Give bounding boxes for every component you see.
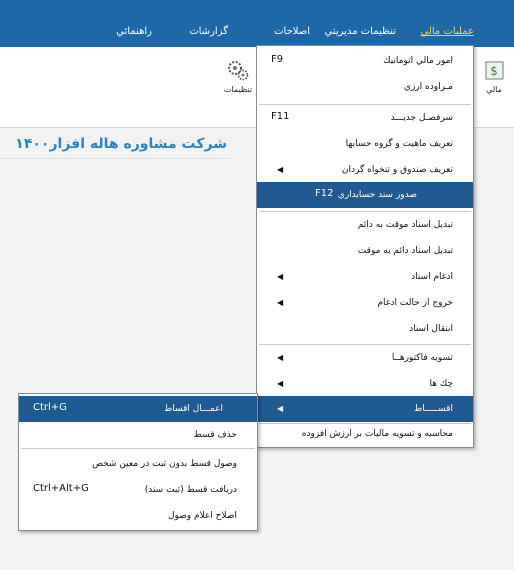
menu-bar: عمليات مالي تنظيمات مديريتي اصلاحات گزار…	[0, 0, 514, 47]
menu-separator	[21, 448, 255, 449]
financial-tool-label: مالي	[486, 85, 502, 94]
submenu-item-delete-installment[interactable]: حذف قسط	[19, 422, 257, 448]
financial-operations-dropdown: امور مالي اتوماتيك F9 مـراوده ارزي سرفصـ…	[256, 45, 474, 448]
menu-item-cash-fund[interactable]: ◀ تعريف صندوق و تنخواه گردان	[257, 157, 473, 183]
menu-item-merge-docs[interactable]: ◀ ادغام اسناد	[257, 264, 473, 290]
financial-tool-button[interactable]: $ مالي	[474, 59, 514, 94]
menu-item-issue-voucher[interactable]: صدور سند حسابداري F12	[257, 182, 473, 208]
submenu-arrow-icon: ◀	[277, 404, 284, 413]
menu-reports[interactable]: گزارشات	[189, 26, 228, 37]
menu-item-installments[interactable]: ◀ اقســـــاط	[257, 396, 473, 422]
menu-management-settings[interactable]: تنظيمات مديريتي	[325, 26, 396, 37]
svg-text:$: $	[490, 64, 498, 78]
menu-item-auto-finance[interactable]: امور مالي اتوماتيك F9	[257, 48, 473, 74]
submenu-item-receive-installment[interactable]: دريافت قسط (ثبت سند) Ctrl+Alt+G	[19, 477, 257, 503]
menu-item-account-groups[interactable]: تعريف ماهيت و گروه حسابها	[257, 131, 473, 157]
menu-corrections[interactable]: اصلاحات	[274, 26, 310, 37]
submenu-arrow-icon: ◀	[277, 165, 284, 174]
submenu-arrow-icon: ◀	[277, 298, 284, 307]
submenu-item-correct-collection[interactable]: اصلاح اعلام وصول	[19, 503, 257, 529]
settings-tool-label: تنظيمات	[223, 85, 253, 94]
menu-item-transfer-docs[interactable]: انتقال اسناد	[257, 316, 473, 342]
settings-tool-button[interactable]: تنظيمات	[216, 59, 260, 94]
menu-item-unmerge[interactable]: ◀ خروج از حالت ادغام	[257, 290, 473, 316]
menu-item-invoice-settlement[interactable]: ◀ تسويه فاكتورهــا	[257, 345, 473, 371]
gears-icon	[227, 59, 249, 81]
menu-item-currency-exchange[interactable]: مـراوده ارزي	[257, 74, 473, 100]
submenu-item-collect-without-posting[interactable]: وصول قسط بدون ثبت در معين شخص	[19, 451, 257, 477]
installments-submenu: اعمـــال اقساط Ctrl+G حذف قسط وصول قسط ب…	[18, 393, 258, 531]
menu-item-vat-settlement[interactable]: محاسبه و تسويه ماليات بر ارزش افزوده	[257, 421, 473, 447]
money-icon: $	[483, 59, 505, 81]
submenu-arrow-icon: ◀	[277, 353, 284, 362]
menu-item-permanent-to-temp[interactable]: تبديل اسناد دائم به موقت	[257, 238, 473, 264]
submenu-arrow-icon: ◀	[277, 272, 284, 281]
submenu-arrow-icon: ◀	[277, 379, 284, 388]
menu-item-new-account[interactable]: سرفصـل جديـــد F11	[257, 105, 473, 131]
menu-help[interactable]: راهنمائي	[116, 26, 152, 37]
menu-item-temp-to-permanent[interactable]: تبديل اسناد موقت به دائم	[257, 212, 473, 238]
submenu-item-apply-installments[interactable]: اعمـــال اقساط Ctrl+G	[19, 396, 257, 422]
menu-financial-operations[interactable]: عمليات مالي	[420, 26, 474, 37]
company-title: شرکت مشاوره هاله افزار۱۴۰۰	[15, 136, 227, 152]
title-divider	[0, 158, 230, 159]
menu-item-cheques[interactable]: ◀ چك ها	[257, 371, 473, 397]
